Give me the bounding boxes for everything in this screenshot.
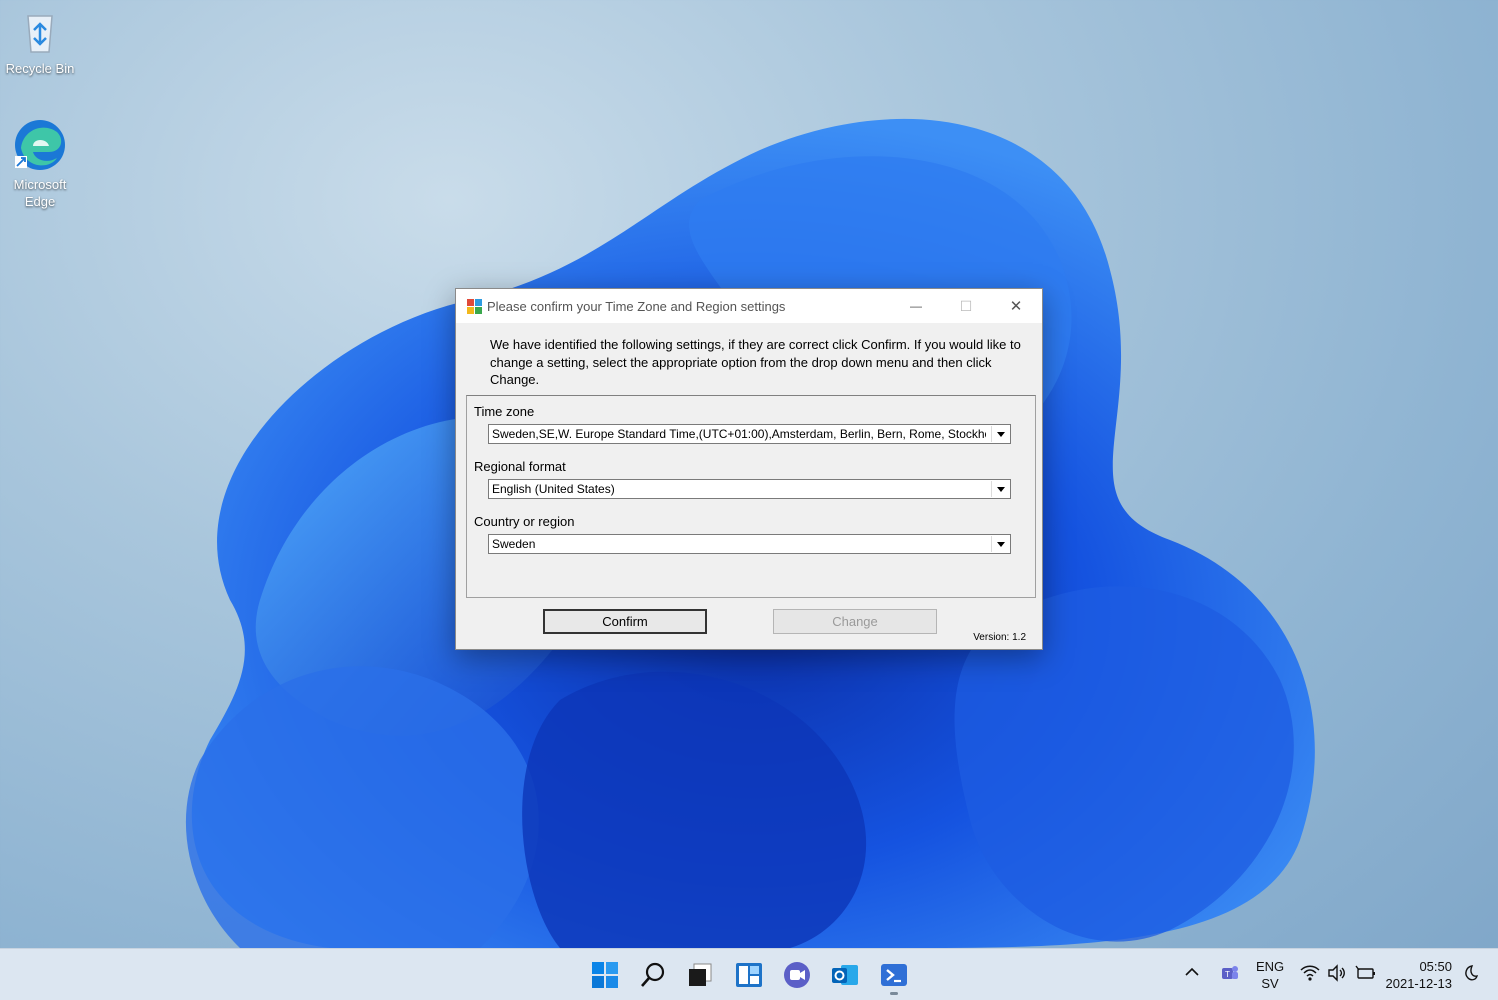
teams-tray-icon[interactable]: T bbox=[1220, 963, 1240, 986]
search-icon[interactable] bbox=[639, 961, 667, 989]
svg-text:T: T bbox=[1225, 970, 1230, 979]
time-zone-dropdown[interactable]: Sweden,SE,W. Europe Standard Time,(UTC+0… bbox=[488, 424, 1011, 444]
close-button[interactable]: ✕ bbox=[993, 289, 1039, 323]
maximize-icon: ☐ bbox=[959, 297, 973, 314]
clock-date: 2021-12-13 bbox=[1385, 976, 1453, 991]
close-icon: ✕ bbox=[1009, 298, 1023, 315]
recycle-bin-icon bbox=[16, 8, 64, 56]
teams-chat-icon[interactable] bbox=[783, 961, 811, 989]
clock[interactable]: 05:50 2021-12-13 bbox=[1384, 958, 1453, 992]
clock-time: 05:50 bbox=[1419, 959, 1452, 974]
minimize-button[interactable]: — bbox=[893, 289, 939, 323]
chevron-down-icon[interactable] bbox=[991, 426, 1009, 442]
app-icon bbox=[467, 299, 482, 314]
chevron-down-icon[interactable] bbox=[991, 536, 1009, 552]
desktop-icon-edge[interactable]: Microsoft Edge bbox=[0, 118, 80, 210]
focus-assist-moon-icon[interactable] bbox=[1461, 964, 1479, 985]
edge-icon bbox=[13, 118, 67, 172]
minimize-icon: — bbox=[910, 299, 922, 313]
wifi-icon[interactable] bbox=[1300, 964, 1320, 985]
time-zone-label: Time zone bbox=[474, 404, 535, 419]
battery-icon[interactable] bbox=[1354, 964, 1376, 985]
dialog-instructions: We have identified the following setting… bbox=[490, 337, 1021, 387]
language-indicator[interactable]: ENG SV bbox=[1256, 958, 1284, 992]
regional-format-label: Regional format bbox=[474, 459, 566, 474]
time-zone-value: Sweden,SE,W. Europe Standard Time,(UTC+0… bbox=[492, 427, 986, 441]
taskbar: T ENG SV 05:50 2021-12-13 bbox=[0, 948, 1498, 1000]
widgets-icon[interactable] bbox=[735, 961, 763, 989]
timezone-region-dialog: Please confirm your Time Zone and Region… bbox=[455, 288, 1043, 650]
desktop-icon-label: Microsoft Edge bbox=[13, 177, 67, 209]
active-app-indicator bbox=[890, 992, 898, 995]
dialog-titlebar[interactable]: Please confirm your Time Zone and Region… bbox=[456, 289, 1042, 323]
maximize-button: ☐ bbox=[943, 289, 989, 323]
country-region-value: Sweden bbox=[492, 537, 536, 551]
version-label: Version: 1.2 bbox=[973, 632, 1026, 643]
show-hidden-icons-icon[interactable] bbox=[1184, 964, 1200, 985]
country-region-label: Country or region bbox=[474, 514, 575, 529]
terminal-icon[interactable] bbox=[880, 961, 908, 995]
desktop-icon-recycle-bin[interactable]: Recycle Bin bbox=[0, 8, 80, 77]
language-primary: ENG bbox=[1256, 959, 1285, 974]
regional-format-value: English (United States) bbox=[492, 482, 615, 496]
regional-format-dropdown[interactable]: English (United States) bbox=[488, 479, 1011, 499]
change-button: Change bbox=[773, 609, 937, 634]
language-secondary: SV bbox=[1261, 976, 1279, 991]
desktop-icon-label: Recycle Bin bbox=[5, 61, 75, 76]
task-view-icon[interactable] bbox=[686, 961, 714, 989]
confirm-button[interactable]: Confirm bbox=[543, 609, 707, 634]
settings-group: Time zone Sweden,SE,W. Europe Standard T… bbox=[466, 395, 1036, 598]
outlook-icon[interactable] bbox=[831, 961, 859, 989]
start-icon[interactable] bbox=[591, 961, 619, 989]
chevron-down-icon[interactable] bbox=[991, 481, 1009, 497]
country-region-dropdown[interactable]: Sweden bbox=[488, 534, 1011, 554]
volume-icon[interactable] bbox=[1327, 964, 1347, 985]
dialog-title: Please confirm your Time Zone and Region… bbox=[487, 299, 786, 314]
